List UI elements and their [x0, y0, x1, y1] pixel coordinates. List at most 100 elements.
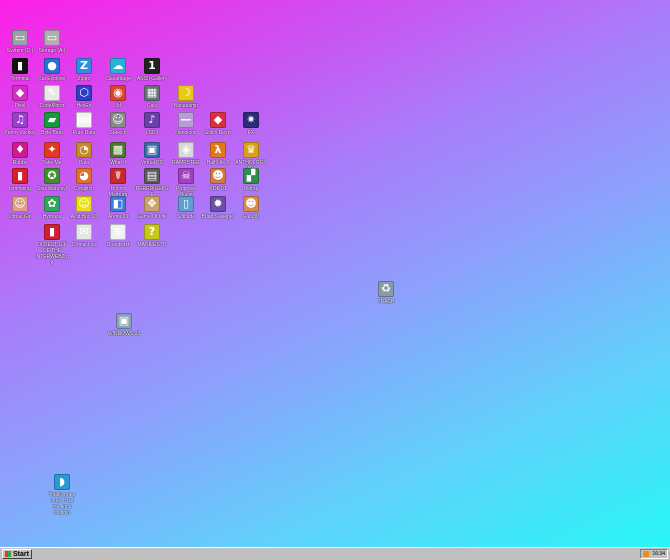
desktop-icon-pure-data[interactable]: pd Pure Data	[67, 112, 101, 136]
lsdj-icon: ♪	[144, 112, 160, 128]
desktop-icon-progress-quest[interactable]: ☠ Progress Quest	[169, 168, 203, 198]
desktop-icon-virtual-girl[interactable]: ☺ Virtual Girl	[3, 196, 37, 220]
desktop-icon-label: Brian Sweeper	[201, 214, 235, 220]
desktop-icon-oldest-gif[interactable]: ▮ OLDEST GIF OF THE INTERWEBZ.gif	[35, 224, 69, 266]
pure-data-icon: pd	[76, 112, 92, 128]
solitude-icon: ▯	[178, 196, 194, 212]
desktop-icon-label: Gafa3D	[242, 214, 260, 220]
desktop-icon-label: Solitude	[176, 214, 196, 220]
desktop-icon-label: FX	[247, 130, 255, 136]
desktop-icon-label: Acid Box 93	[70, 214, 98, 220]
desktop-icon-trash[interactable]: ♻ TRASH	[369, 281, 403, 305]
desktop-icon-deredigekse[interactable]: ▤ DEREDIGEKS E	[135, 168, 169, 198]
desktop-icon-lsdj[interactable]: ♪ LSDJ	[135, 112, 169, 136]
desktop-icon-label: Zippo	[77, 76, 91, 82]
desktop-icon-half-life-3[interactable]: λ Half-Life 3	[201, 142, 235, 166]
desktop-icon-label: Half-Life 3	[206, 160, 230, 166]
desktop-icon-rampster[interactable]: ◈ RAMPSTER	[169, 142, 203, 166]
desktop-icon-manifesto[interactable]: ? MANIFESTO	[135, 224, 169, 248]
desktop-icon-calc[interactable]: ▦ Calc	[135, 85, 169, 109]
kof-91-icon: ☻	[210, 168, 226, 184]
desktop-icon-hexed[interactable]: ⬡ HexEd	[67, 85, 101, 109]
windows-93-icon: ▣	[116, 313, 132, 329]
pixel-icon: ◆	[12, 85, 28, 101]
desktop-icon-label: HexEd	[76, 103, 92, 109]
desktop-icon-label: KOF 91	[209, 186, 227, 192]
desktop-icon-label: TRASH	[377, 299, 395, 305]
desktop-icon-label: Contact us	[72, 242, 96, 248]
desktop-icon-label: Glitch Devts	[204, 130, 232, 136]
half-life-3-icon: λ	[210, 142, 226, 158]
taskbar: Start 16:34	[0, 547, 670, 560]
desktop-icon-windows-93[interactable]: ▣ WINDOWS 93	[107, 313, 141, 337]
desktop-icon-defrag[interactable]: ▞ Defrag	[234, 168, 268, 192]
desktop-icon-virtual-pc[interactable]: ▣ Virtual PC	[135, 142, 169, 166]
desktop-icon-zippo[interactable]: Z Zippo	[67, 58, 101, 82]
desktop-icon-pata[interactable]: ◔ Pata	[67, 142, 101, 166]
desktop-icon-speech[interactable]: ☺ Speech	[101, 112, 135, 136]
desktop-icon-storage-a-drive[interactable]: ▭ Storage (A:)	[35, 30, 69, 54]
system-tray: 16:34	[640, 549, 668, 559]
desktop-icon-byte-beat[interactable]: ▰ Byte Beat	[35, 112, 69, 136]
desktop-icon-doctor-marburg[interactable]: ☤ Doctor Marburg	[101, 168, 135, 198]
desktop-icon-cat-explorer[interactable]: ● Cat Explorer	[35, 58, 69, 82]
start-label: Start	[13, 551, 29, 558]
desktop-icon-3d[interactable]: ◉ 3d	[101, 85, 135, 109]
desktop-icon-bananamp[interactable]: ☽ Bananamp	[169, 85, 203, 109]
desktop-icon-game-of-life[interactable]: ✥ Game Of Life	[135, 196, 169, 220]
desktop-icon-gafa3d[interactable]: ☻ Gafa3D	[234, 196, 268, 220]
desktop-icon-codemirror[interactable]: ✎ CodeMirror	[35, 85, 69, 109]
desktop-icon-contact-us[interactable]: ✉ Contact us	[67, 224, 101, 248]
desktop-icon-glitch-devts[interactable]: ◆ Glitch Devts	[201, 112, 235, 136]
oldest-gif-icon: ▮	[44, 224, 60, 240]
desktop-icon-label: WINDOWS 93	[107, 331, 141, 337]
desktop-icon-penny-jockey[interactable]: ♫ Penny Jockey	[3, 112, 37, 136]
desktop-icon-kof-91[interactable]: ☻ KOF 91	[201, 168, 235, 192]
desktop-icon-system-c-drive[interactable]: ▭ System (C:)	[3, 30, 37, 54]
star-wars-avi-icon: ✪	[44, 168, 60, 184]
desktop-icon-clavardage[interactable]: ☁ Clavardage	[101, 58, 135, 82]
calc-icon: ▦	[144, 85, 160, 101]
desktop-icon-pixel[interactable]: ◆ Pixel	[3, 85, 37, 109]
desktop-icon-lemmping[interactable]: ▮ lemmping	[3, 168, 37, 192]
desktop-icon-acid-box-93[interactable]: ☺ Acid Box 93	[67, 196, 101, 220]
desktop-icon-totally-not-a-virus[interactable]: ◗ Totally not a virus.Trust me..im a dolp…	[45, 474, 79, 516]
desktop-icon-fx[interactable]: ✷ FX	[234, 112, 268, 136]
virtual-pc-icon: ▣	[144, 142, 160, 158]
terminal-icon: ▮	[12, 58, 28, 74]
desktop-icon-nanoloop[interactable]: — Nanoloop	[169, 112, 203, 136]
desktop-icon-brian-sweeper[interactable]: ✹ Brian Sweeper	[201, 196, 235, 220]
desktop-icon-label: LSDJ	[145, 130, 159, 136]
gafa3d-icon: ☻	[243, 196, 259, 212]
glitch-devts-icon: ◆	[210, 112, 226, 128]
defrag-icon: ▞	[243, 168, 259, 184]
desktop-icon-label: Star Wars.avi	[37, 186, 67, 192]
desktop-icon-take-me[interactable]: ✦ Take Me	[35, 142, 69, 166]
bananamp-icon: ☽	[178, 85, 194, 101]
desktop-icon-what-if[interactable]: ▩ What If	[101, 142, 135, 166]
desktop-icon-label: Byte Beat	[41, 130, 63, 136]
desktop-icon-label: Pure Data	[72, 130, 96, 136]
rss-icon[interactable]	[643, 551, 649, 557]
desktop-icon-label: Credits.txt	[106, 242, 130, 248]
game-of-life-icon: ✥	[144, 196, 160, 212]
fx-icon: ✷	[243, 112, 259, 128]
what-if-icon: ▩	[110, 142, 126, 158]
desktop-icon-solitude[interactable]: ▯ Solitude	[169, 196, 203, 220]
desktop-icon-label: Storage (A:)	[38, 48, 66, 54]
desktop-icon-label: lemmping	[9, 186, 31, 192]
desktop-icon-label: Calc	[146, 103, 157, 109]
desktop-icon-terminal[interactable]: ▮ Terminal	[3, 58, 37, 82]
desktop-icon-star-wars-avi[interactable]: ✪ Star Wars.avi	[35, 168, 69, 192]
desktop-icon-corglitch[interactable]: ◕ Corglitch	[67, 168, 101, 192]
desktop-icon-rubby[interactable]: ♦ Rubby	[3, 142, 37, 166]
desktop-icon-credits-txt[interactable]: ≡ Credits.txt	[101, 224, 135, 248]
desktop-icon-arena-93[interactable]: ◧ Arena 93	[101, 196, 135, 220]
start-button[interactable]: Start	[2, 549, 32, 559]
virtual-girl-icon: ☺	[12, 196, 28, 212]
desktop-icon-ascii-gallery[interactable]: 1 ASCII Gallery	[135, 58, 169, 82]
manifesto-icon: ?	[144, 224, 160, 240]
desktop-icon-label: Hydraze	[42, 214, 62, 220]
desktop-icon-label: RAMPSTER	[172, 160, 200, 166]
desktop-icon-hydraze[interactable]: ✿ Hydraze	[35, 196, 69, 220]
